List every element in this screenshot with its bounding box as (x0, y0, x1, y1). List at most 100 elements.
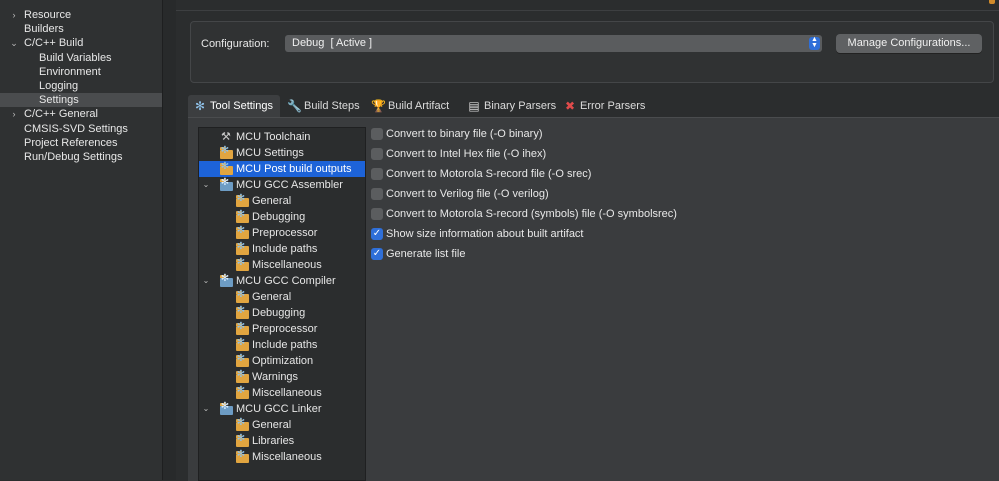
nav-item-c-c-build[interactable]: ⌄ C/C++ Build (0, 36, 162, 50)
checkbox[interactable] (371, 128, 383, 140)
tab-build-steps[interactable]: 🔧 Build Steps (282, 95, 364, 117)
nav-item-label: Build Variables (39, 51, 112, 64)
chevron-down-icon[interactable]: ⌄ (201, 273, 211, 289)
folder-gear-icon: ✻ (236, 290, 249, 303)
option-label: Convert to Motorola S-record file (-O sr… (386, 168, 592, 180)
folder-gear-icon: ✻ (236, 210, 249, 223)
checkbox[interactable] (371, 168, 383, 180)
gear-icon: ✻ (220, 274, 233, 287)
tree-item-general[interactable]: ✻ General (199, 417, 365, 433)
error-icon: ✖ (564, 99, 576, 113)
chevron-down-icon[interactable]: ⌄ (9, 36, 19, 50)
tab-label: Binary Parsers (484, 100, 557, 112)
tree-item-label: Miscellaneous (252, 259, 322, 271)
tree-item-label: Miscellaneous (252, 451, 322, 463)
configuration-select-value: Debug [ Active ] (292, 37, 373, 49)
tree-item-label: Libraries (252, 435, 295, 447)
nav-item-settings[interactable]: Settings (0, 93, 162, 108)
tree-item-label: MCU GCC Assembler (236, 179, 343, 191)
tree-item-label: Include paths (252, 243, 318, 255)
tree-item-preprocessor[interactable]: ✻ Preprocessor (199, 225, 365, 241)
tree-item-label: MCU Post build outputs (236, 163, 352, 175)
panel-divider[interactable] (163, 0, 176, 480)
configuration-select[interactable]: Debug [ Active ] ▲ ▼ (285, 35, 822, 52)
tree-item-include-paths[interactable]: ✻ Include paths (199, 337, 365, 353)
checkbox[interactable] (371, 208, 383, 220)
tree-item-label: Preprocessor (252, 227, 318, 239)
tab-tool-settings[interactable]: ✻ Tool Settings (188, 95, 280, 117)
nav-item-label: Builders (24, 23, 64, 36)
manage-configurations-button[interactable]: Manage Configurations... (836, 34, 982, 53)
chevron-down-icon[interactable]: ⌄ (201, 177, 211, 193)
settings-tab-bar: ✻ Tool Settings 🔧 Build Steps 🏆 Build Artifac… (188, 95, 999, 117)
nav-item-builders[interactable]: Builders (0, 22, 162, 36)
gear-icon: ✻ (220, 402, 233, 415)
checkbox-checked[interactable]: ✓ (371, 248, 383, 260)
chevron-down-icon[interactable]: ⌄ (201, 401, 211, 417)
tree-item-label: Warnings (252, 371, 299, 383)
tree-item-label: Miscellaneous (252, 387, 322, 399)
nav-item-build-variables[interactable]: Build Variables (0, 51, 162, 65)
folder-gear-icon: ✻ (236, 306, 249, 319)
checkbox-checked[interactable]: ✓ (371, 228, 383, 240)
tree-item-label: Debugging (252, 211, 306, 223)
tree-item-label: MCU GCC Compiler (236, 275, 336, 287)
gear-icon: ✻ (220, 178, 233, 191)
folder-gear-icon: ✻ (236, 258, 249, 271)
folder-gear-icon: ✻ (236, 242, 249, 255)
tree-item-label: Preprocessor (252, 323, 318, 335)
checkbox[interactable] (371, 148, 383, 160)
folder-gear-icon: ✻ (220, 146, 233, 159)
tree-item-label: MCU Settings (236, 147, 304, 159)
tree-item-label: General (252, 419, 292, 431)
tree-item-mcu-settings[interactable]: ✻ MCU Settings (199, 145, 365, 161)
tree-item-label: General (252, 291, 292, 303)
tree-item-label: MCU GCC Linker (236, 403, 322, 415)
tab-label: Error Parsers (580, 100, 646, 112)
configuration-group: Configuration: Debug [ Active ] ▲ ▼ Manag… (190, 21, 994, 83)
chevron-right-icon[interactable]: › (9, 8, 19, 22)
tree-item-general[interactable]: ✻ General (199, 193, 365, 209)
tree-item-preprocessor[interactable]: ✻ Preprocessor (199, 321, 365, 337)
nav-item-logging[interactable]: Logging (0, 79, 162, 93)
folder-gear-icon: ✻ (236, 354, 249, 367)
tree-item-mcu-post-build-outputs[interactable]: ✻ MCU Post build outputs (199, 161, 365, 177)
option-label: Convert to binary file (-O binary) (386, 128, 543, 140)
wrench-icon: 🔧 (287, 99, 302, 113)
tree-item-label: Debugging (252, 307, 306, 319)
nav-item-label: Run/Debug Settings (24, 151, 123, 163)
nav-item-label: Project References (24, 136, 118, 149)
tool-settings-tree: ⚒ MCU Toolchain ✻ MCU Settings ✻ MCU Post bui… (198, 127, 366, 481)
tree-item-miscellaneous[interactable]: ✻ Miscellaneous (199, 449, 365, 465)
nav-item-environment[interactable]: Environment (0, 65, 162, 79)
tree-item-debugging[interactable]: ✻ Debugging (199, 305, 365, 321)
toolbar-icon-partial (989, 0, 995, 4)
nav-item-c-c-general[interactable]: › C/C++ General (0, 107, 162, 121)
nav-item-project-references[interactable]: Project References (0, 136, 162, 150)
folder-gear-icon: ✻ (220, 162, 233, 175)
tree-item-optimization[interactable]: ✻ Optimization (199, 353, 365, 369)
tree-item-warnings[interactable]: ✻ Warnings (199, 369, 365, 385)
chevron-right-icon[interactable]: › (9, 107, 19, 121)
tree-item-mcu-toolchain[interactable]: ⚒ MCU Toolchain (199, 129, 365, 145)
tree-item-miscellaneous[interactable]: ✻ Miscellaneous (199, 257, 365, 273)
tree-item-include-paths[interactable]: ✻ Include paths (199, 241, 365, 257)
header-separator (176, 10, 999, 11)
binary-file-icon: ▤ (468, 99, 480, 113)
nav-item-label: C/C++ Build (24, 37, 84, 50)
checkbox[interactable] (371, 188, 383, 200)
tree-item-mcu-gcc-compiler[interactable]: ⌄ ✻ MCU GCC Compiler (199, 273, 365, 289)
nav-item-resource[interactable]: › Resource (0, 8, 162, 22)
tree-item-miscellaneous[interactable]: ✻ Miscellaneous (199, 385, 365, 401)
nav-item-run-debug-settings[interactable]: Run/Debug Settings (0, 150, 162, 164)
tab-build-artifact[interactable]: 🏆 Build Artifact (366, 95, 460, 117)
tree-item-libraries[interactable]: ✻ Libraries (199, 433, 365, 449)
tab-label: Build Steps (304, 100, 360, 112)
tab-error-parsers[interactable]: ✖ Error Parsers (558, 95, 652, 117)
tree-item-mcu-gcc-linker[interactable]: ⌄ ✻ MCU GCC Linker (199, 401, 365, 417)
tree-item-mcu-gcc-assembler[interactable]: ⌄ ✻ MCU GCC Assembler (199, 177, 365, 193)
tree-item-debugging[interactable]: ✻ Debugging (199, 209, 365, 225)
nav-item-cmsis-svd-settings[interactable]: CMSIS-SVD Settings (0, 122, 162, 136)
tree-item-general[interactable]: ✻ General (199, 289, 365, 305)
tab-binary-parsers[interactable]: ▤ Binary Parsers (462, 95, 556, 117)
